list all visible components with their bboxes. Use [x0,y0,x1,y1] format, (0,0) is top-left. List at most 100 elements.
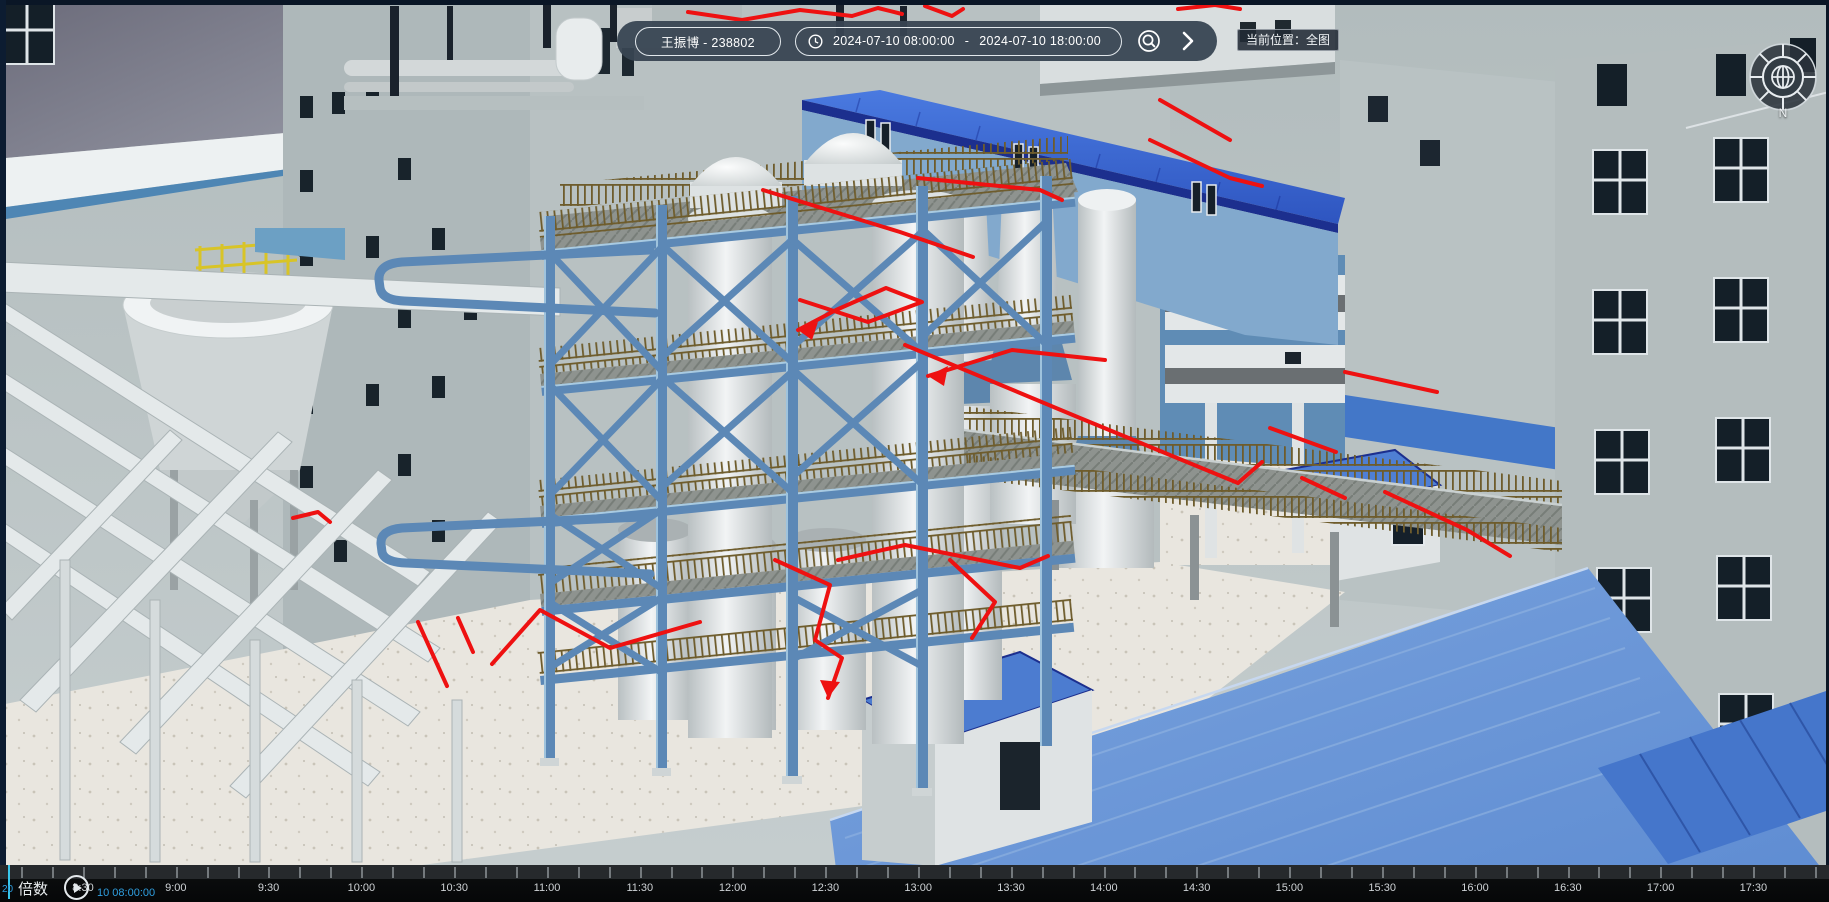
compass-north-label: N [1746,106,1820,120]
timeline-tick [1320,867,1322,878]
play-icon [74,883,82,893]
timeline-tick [701,867,703,878]
timeline-tick [1568,867,1570,878]
scene-3d-viewport[interactable] [0,0,1829,902]
play-button[interactable] [64,875,89,900]
timeline-tick [392,867,394,878]
timeline-tick [1506,867,1508,878]
timeline-tick [1413,867,1415,878]
app-window: 王振博 - 238802 2024-07-10 08:00:00 - 2024-… [0,0,1829,902]
timeline-time-label: 10:00 [348,882,376,894]
timeline-tick [732,867,734,878]
timeline-tick [1073,867,1075,878]
timeline-tick [980,867,982,878]
timeline-time-label: 17:00 [1647,882,1675,894]
time-range-separator: - [965,34,969,48]
timeline-tick [1011,867,1013,878]
timeline-tick [1598,867,1600,878]
timeline-time-label: 14:30 [1183,882,1211,894]
timeline-tick [176,867,178,878]
window-border-top [0,0,1829,5]
top-toolbar: 王振博 - 238802 2024-07-10 08:00:00 - 2024-… [617,21,1217,61]
timeline-time-label: 10:30 [440,882,468,894]
timeline-time-label: 16:30 [1554,882,1582,894]
current-location-badge: 当前位置：全图 [1237,29,1339,51]
window-border-left [0,0,6,902]
timeline-tick [485,867,487,878]
timeline-tick [454,867,456,878]
speed-value[interactable]: 20 [2,884,13,895]
timeline-tick [1753,867,1755,878]
speed-label: 倍数 [18,878,48,899]
timeline-tick [1444,867,1446,878]
timeline-tick [516,867,518,878]
timeline-tick [361,867,363,878]
timeline-tick [1784,867,1786,878]
locate-icon [1137,29,1161,53]
timeline-tick [1629,867,1631,878]
timeline-time-label: 11:30 [626,882,653,894]
timeline-tick [1165,867,1167,878]
timeline-tick [640,867,642,878]
timeline-tick [671,867,673,878]
timeline-time-label: 11:00 [534,882,561,894]
timeline-tick [268,867,270,878]
timeline-time-label: 13:30 [997,882,1025,894]
locate-search-button[interactable] [1136,28,1161,54]
timeline-tick [1660,867,1662,878]
compass-icon [1746,40,1820,114]
timeline-time-label: 16:00 [1461,882,1489,894]
play-forward-button[interactable] [1176,28,1201,54]
timeline-time-label: 12:00 [719,882,747,894]
timeline-tick [578,867,580,878]
clock-icon [808,34,823,49]
timeline-tick [299,867,301,878]
timeline-tick [423,867,425,878]
timeline-tick [21,867,23,878]
current-playback-time: 10 08:00:00 [97,887,155,899]
timeline-tick [547,867,549,878]
timeline-tick [1042,867,1044,878]
timeline-tick [1104,867,1106,878]
timeline-tick [825,867,827,878]
timeline-tick [887,867,889,878]
time-range-picker[interactable]: 2024-07-10 08:00:00 - 2024-07-10 18:00:0… [795,27,1122,56]
timeline-tick [1691,867,1693,878]
person-selector[interactable]: 王振博 - 238802 [635,27,781,56]
timeline-tick [794,867,796,878]
time-range-start: 2024-07-10 08:00:00 [833,34,955,48]
timeline-tick [918,867,920,878]
globe-icon [1772,66,1794,88]
timeline-tick [1351,867,1353,878]
timeline-tick [1227,867,1229,878]
timeline-tick [52,867,54,878]
compass-widget[interactable]: N [1746,40,1820,126]
timeline-tick [1537,867,1539,878]
timeline-time-label: 13:00 [904,882,932,894]
timeline-tick [1196,867,1198,878]
timeline-time-label: 15:00 [1276,882,1304,894]
timeline-time-label: 14:00 [1090,882,1118,894]
timeline-time-label: 17:30 [1740,882,1768,894]
timeline-tick [1475,867,1477,878]
timeline-tick [1382,867,1384,878]
timeline-tick [856,867,858,878]
timeline-time-label: 15:30 [1368,882,1396,894]
timeline-tick [949,867,951,878]
chevron-right-icon [1182,31,1194,51]
timeline-tick [145,867,147,878]
timeline-tick [1258,867,1260,878]
timeline-tick [763,867,765,878]
person-selector-label: 王振博 - 238802 [661,32,755,51]
timeline-tick [1815,867,1817,878]
timeline-tick [1134,867,1136,878]
timeline-tick [1722,867,1724,878]
time-range-end: 2024-07-10 18:00:00 [979,34,1101,48]
timeline-tick [238,867,240,878]
timeline-tick [114,867,116,878]
timeline-tick [207,867,209,878]
timeline-tick [1289,867,1291,878]
timeline-time-label: 12:30 [812,882,840,894]
playback-controls: 20 倍数 10 08:00:00 [0,882,300,902]
timeline-tick [330,867,332,878]
